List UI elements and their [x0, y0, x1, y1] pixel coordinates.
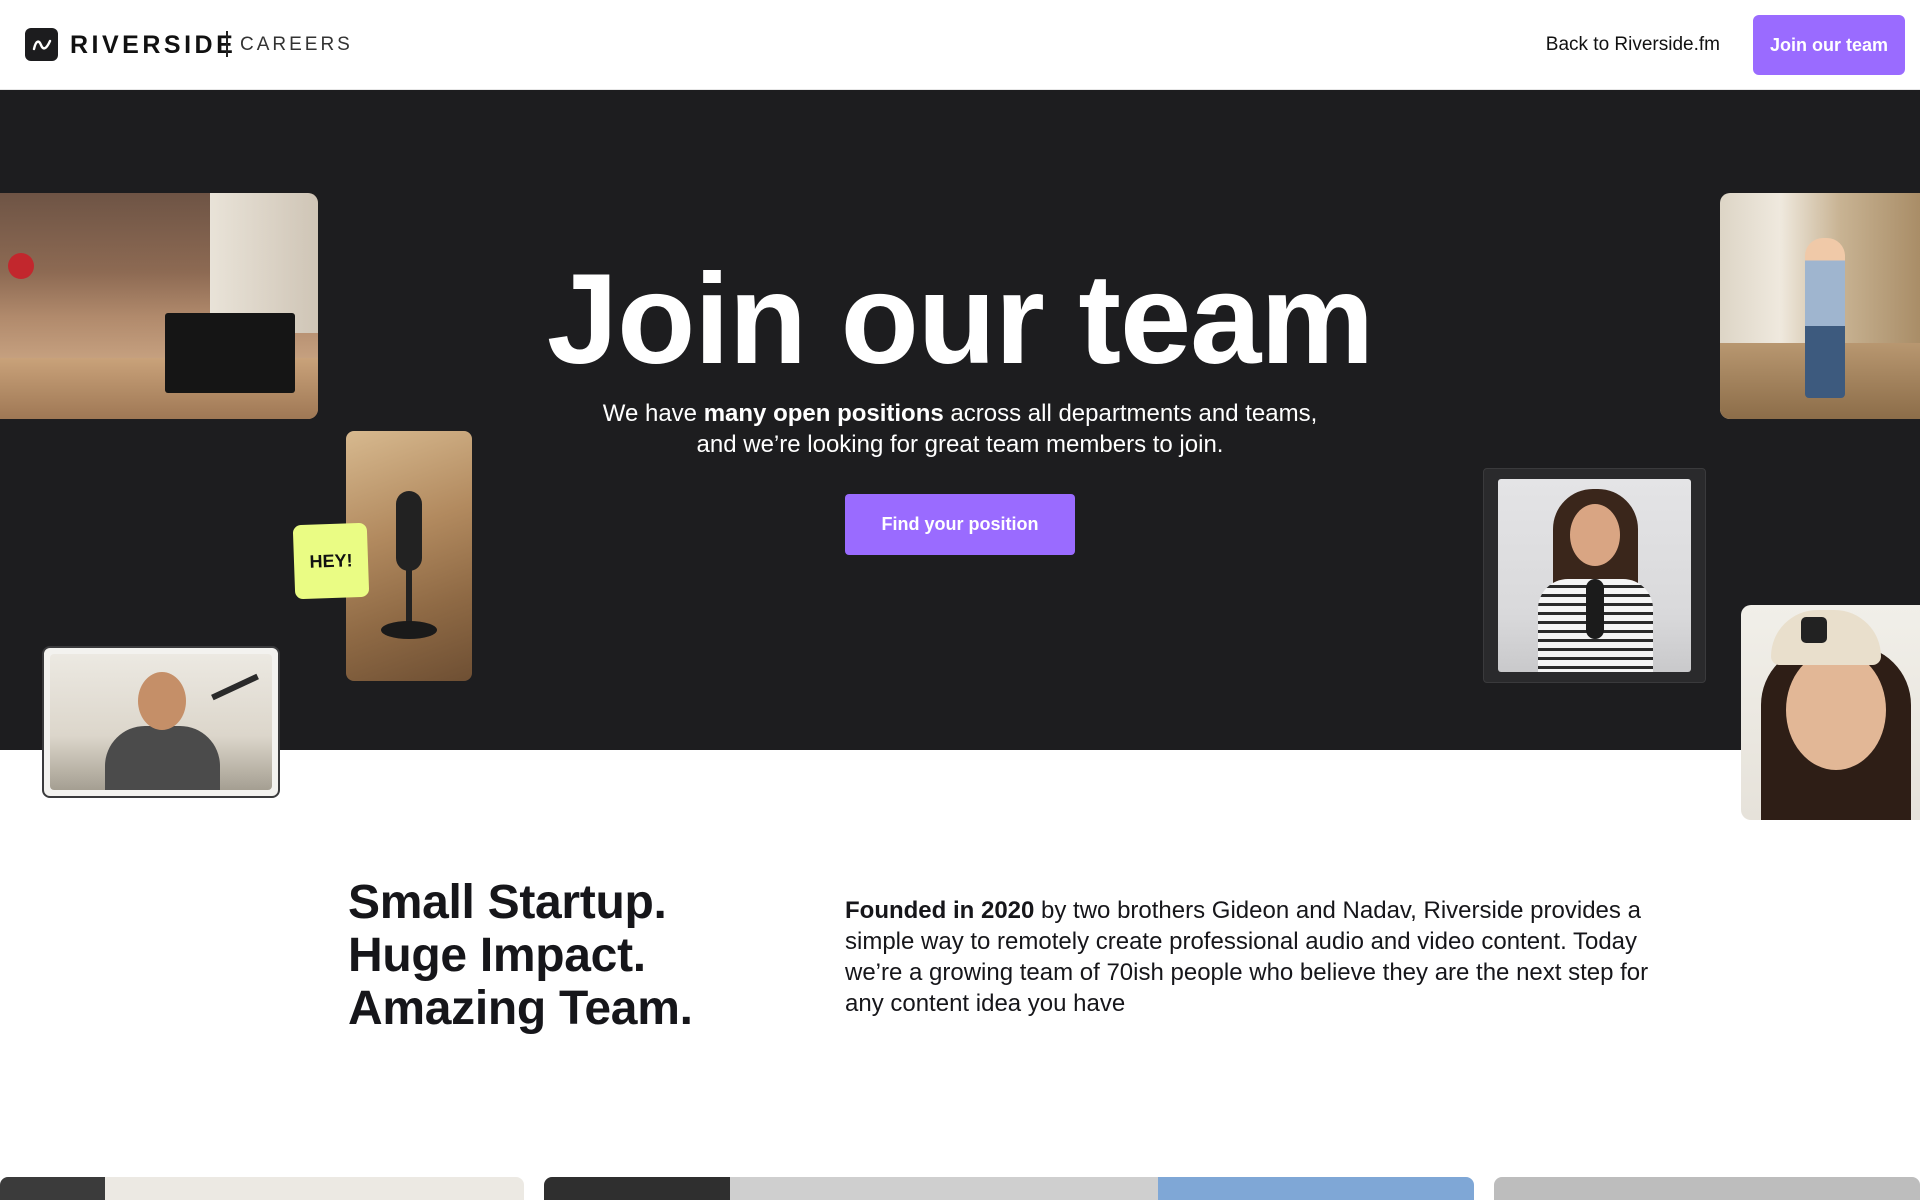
team-member-cap-photo [1741, 605, 1920, 820]
join-team-nav-button[interactable]: Join our team [1753, 15, 1905, 75]
host-mic [1586, 579, 1604, 639]
brand-name[interactable]: RIVERSIDE [70, 30, 236, 60]
about-heading: Small Startup. Huge Impact. Amazing Team… [348, 876, 693, 1035]
about-heading-line: Huge Impact. [348, 929, 646, 982]
hero-subtitle-prefix: We have [602, 400, 704, 427]
office-window [210, 193, 318, 333]
hero-subtitle: We have many open positions across all d… [560, 398, 1360, 460]
mic-arm [211, 673, 259, 701]
host-video-tile [1483, 468, 1706, 683]
mic-stand [406, 566, 412, 626]
office-monitor [165, 313, 295, 393]
find-position-button[interactable]: Find your position [845, 494, 1075, 555]
office-photo [0, 193, 318, 419]
hero-subtitle-bold: many open positions [703, 400, 944, 427]
about-founded-bold: Founded in 2020 [845, 897, 1035, 924]
gallery-photo [544, 1177, 1474, 1200]
hallway-photo [1720, 193, 1920, 419]
top-nav: RIVERSIDE CAREERS Back to Riverside.fm J… [0, 0, 1920, 90]
hallway-person [1805, 238, 1845, 398]
podcaster-head [138, 672, 186, 730]
podcaster-photo [50, 654, 272, 790]
hey-sticky-note: HEY! [292, 522, 370, 600]
host-photo [1498, 479, 1691, 672]
member-face [1786, 650, 1886, 770]
about-heading-line: Small Startup. [348, 876, 667, 929]
hero-subtitle-line2: and we’re looking for great team members… [696, 431, 1224, 458]
riverside-logo-icon[interactable] [25, 28, 58, 61]
host-face [1570, 504, 1620, 566]
about-heading-line: Amazing Team. [348, 982, 693, 1035]
gallery-photo [1494, 1177, 1920, 1200]
mic-body [396, 491, 422, 571]
hero-subtitle-suffix: across all departments and teams, [943, 400, 1318, 427]
podcaster-torso [105, 726, 220, 790]
mic-base [381, 621, 437, 639]
podcaster-video-tile [42, 646, 280, 798]
gallery-photo [0, 1177, 524, 1200]
back-to-riverside-link[interactable]: Back to Riverside.fm [1546, 32, 1720, 58]
cap-logo-icon [1801, 617, 1827, 643]
office-lamp [8, 253, 34, 279]
brand-subtitle: CAREERS [240, 34, 353, 55]
brand-divider [226, 31, 228, 57]
about-paragraph: Founded in 2020 by two brothers Gideon a… [845, 895, 1665, 1019]
